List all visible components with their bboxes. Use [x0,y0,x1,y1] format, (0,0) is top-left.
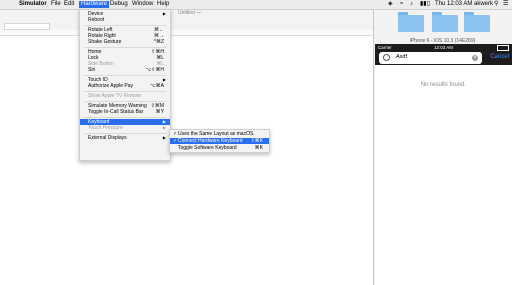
menu-debug[interactable]: Debug [110,1,128,8]
notification-center-icon[interactable]: ☰ [503,1,508,8]
menu-item-apple-pay[interactable]: Authorize Apple Pay ⌥⌘A [80,83,170,89]
menu-separator [84,25,166,26]
menu-item-tv-remote: Show Apple TV Remote [88,93,141,99]
menu-item-shake[interactable]: Shake Gesture ^⌘Z [80,39,170,45]
menu-bar: Simulator File Edit Hardware Debug Windo… [0,0,512,10]
wifi-icon[interactable]: ≈ [400,1,403,8]
chevron-right-icon: ▶ [162,125,166,130]
menu-item-connect-hardware-keyboard[interactable]: ✓ Connect Hardware Keyboard ⇧⌘K [170,138,269,144]
menu-separator [84,47,166,48]
menu-separator [84,133,166,134]
menu-window[interactable]: Window [132,1,153,8]
menu-separator [84,75,166,76]
spotlight-icon[interactable]: ⚲ [494,1,498,8]
menu-item-siri[interactable]: Siri ⌥⇧⌘H [80,67,170,73]
menu-file[interactable]: File [51,1,61,8]
menu-item-touch-pressure: Touch Pressure ▶ [88,125,166,131]
no-results-label: No results found. [420,82,467,88]
battery-icon[interactable]: ▮▮▯ [420,1,430,8]
menu-separator [84,117,166,118]
folder-icon[interactable] [464,12,490,32]
font-select[interactable] [4,23,50,30]
clear-icon[interactable]: × [472,55,478,61]
menu-help[interactable]: Help [157,1,169,8]
menu-item-external-displays[interactable]: External Displays ▶ [80,135,170,141]
status-time: 12:03 AM [433,45,453,50]
menu-separator [84,91,166,92]
keyboard-submenu: ✓ Uses the Same Layout as macOS ✓ Connec… [169,129,270,153]
cancel-button[interactable]: Cancel [490,54,509,60]
folder-icon[interactable] [398,12,424,32]
ios-status-bar: Carrier 12:03 AM [375,44,512,51]
menu-item-toggle-software-keyboard[interactable]: Toggle Software Keyboard ⌘K [170,145,269,151]
menu-item-reboot[interactable]: Reboot [80,17,170,23]
simulator-screen: Carrier 12:03 AM Asdf × Cancel No result… [375,44,512,285]
folder-icon[interactable] [432,12,458,32]
menu-app-simulator[interactable]: Simulator [19,1,47,8]
checkmark-icon: ✓ [173,131,178,137]
ruler [0,30,373,36]
search-input[interactable]: Asdf × [379,52,482,64]
menu-separator [84,101,166,102]
search-icon [383,54,390,61]
dropbox-icon[interactable]: ◈ [388,1,393,8]
search-input-value: Asdf [396,54,408,60]
document-title: Untitled — [178,10,202,16]
hardware-menu: Device ▶ Reboot Rotate Left ⌘← Rotate Righ… [79,9,171,161]
menu-item-same-layout[interactable]: ✓ Uses the Same Layout as macOS [170,131,269,137]
battery-icon [497,45,509,51]
menu-item-call-bar[interactable]: Toggle In-Call Status Bar ⌘Y [80,109,170,115]
results-list: No results found. [375,65,512,285]
menu-edit[interactable]: Edit [64,1,74,8]
volume-icon[interactable]: ♪ [410,1,413,8]
menubar-clock[interactable]: Thu 12:03 AM [435,1,472,8]
checkmark-icon: ✓ [173,138,178,144]
menu-hardware[interactable]: Hardware [79,1,110,8]
chevron-right-icon: ▶ [162,135,166,140]
menubar-user[interactable]: akwerk [474,1,493,8]
